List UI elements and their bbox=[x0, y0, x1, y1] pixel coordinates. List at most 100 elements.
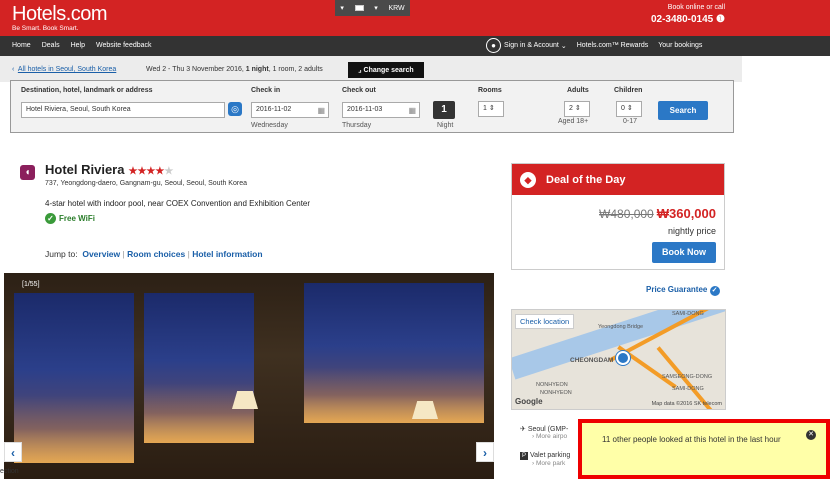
nav-help[interactable]: Help bbox=[71, 42, 85, 49]
nights-counter: 1 bbox=[433, 101, 455, 119]
checkout-input[interactable]: 2016-11-03 ▦ bbox=[342, 102, 420, 118]
amenity-wifi: ✓ Free WiFi bbox=[45, 213, 95, 224]
old-price: ₩480,000 bbox=[599, 207, 654, 221]
locate-icon[interactable]: ◎ bbox=[228, 102, 242, 116]
jump-room-choices[interactable]: Room choices bbox=[127, 249, 185, 259]
prev-photo-button[interactable]: ‹ bbox=[4, 442, 22, 462]
chevron-right-icon: › bbox=[532, 433, 535, 440]
info-item-airport[interactable]: ✈ Seoul (GMP- › More airpo bbox=[520, 425, 568, 440]
change-search-button[interactable]: ⌟ Change search bbox=[348, 62, 424, 78]
jump-overview[interactable]: Overview bbox=[82, 249, 120, 259]
location-map[interactable]: Check location Yeongdong Bridge CHEONGDA… bbox=[511, 309, 726, 410]
checkin-day: Wednesday bbox=[251, 122, 288, 129]
children-sub: 0-17 bbox=[623, 118, 638, 125]
deal-prices: ₩480,000 ₩360,000 bbox=[599, 206, 716, 221]
rooms-select[interactable]: 1 ⇕ bbox=[478, 101, 504, 117]
nightly-label: nightly price bbox=[667, 226, 716, 236]
checkout-value: 2016-11-03 bbox=[347, 106, 383, 113]
tag-icon: ◆ bbox=[520, 171, 536, 188]
checkin-input[interactable]: 2016-11-02 ▦ bbox=[251, 102, 329, 118]
map-label: NONHYEON bbox=[540, 390, 572, 396]
stepper-icon: ⇕ bbox=[574, 105, 581, 112]
price-guarantee-label: Price Guarantee bbox=[646, 285, 708, 294]
hotel-name-text: Hotel Riviera bbox=[45, 162, 125, 177]
stars-empty: ★ bbox=[164, 166, 174, 177]
book-online-text: Book online or call bbox=[667, 4, 725, 11]
stars-filled: ★★★★ bbox=[128, 166, 165, 177]
map-label: CHEONGDAM bbox=[570, 357, 614, 364]
chevron-down-icon: ⌄ bbox=[558, 42, 567, 50]
nav-rewards[interactable]: Hotels.com™ Rewards bbox=[577, 42, 649, 49]
price-guarantee-link[interactable]: Price Guarantee ✓ bbox=[646, 285, 720, 296]
next-photo-button[interactable]: › bbox=[476, 442, 494, 462]
back-chevron-icon: ‹ bbox=[12, 66, 17, 73]
main-nav: Home Deals Help Website feedback ● Sign … bbox=[0, 36, 830, 56]
hotel-photo[interactable]: [1/55] bbox=[4, 273, 494, 479]
destination-input[interactable]: Hotel Riviera, Seoul, South Korea bbox=[21, 102, 225, 118]
hotel-address: 737, Yeongdong-daero, Gangnam-gu, Seoul,… bbox=[45, 180, 247, 187]
children-label: Children bbox=[614, 87, 643, 94]
map-label: NONHYEON bbox=[536, 382, 568, 388]
children-select[interactable]: 0 ⇕ bbox=[616, 101, 642, 117]
brand-tagline: Be Smart. Book Smart. bbox=[12, 25, 79, 32]
sign-in-menu[interactable]: ● Sign in & Account ⌄ bbox=[486, 38, 567, 53]
nav-bookings[interactable]: Your bookings bbox=[658, 42, 702, 49]
hotel-pin-icon[interactable] bbox=[616, 351, 630, 365]
jump-label: Jump to: bbox=[45, 249, 78, 259]
user-icon: ● bbox=[486, 38, 501, 53]
stepper-icon: ⇕ bbox=[626, 105, 633, 112]
calendar-icon[interactable]: ▦ bbox=[317, 104, 325, 118]
hotel-name: Hotel Riviera ★★★★★ bbox=[45, 162, 173, 177]
info-item-parking[interactable]: P Valet parking › More park bbox=[520, 452, 570, 467]
nav-deals[interactable]: Deals bbox=[42, 42, 60, 49]
nights-count: 1 night bbox=[245, 66, 269, 73]
star-rating: ★★★★★ bbox=[128, 166, 173, 177]
social-proof-popup: 11 other people looked at this hotel in … bbox=[578, 419, 830, 479]
nav-home[interactable]: Home bbox=[12, 42, 31, 49]
calendar-icon[interactable]: ▦ bbox=[408, 104, 416, 118]
breadcrumb-link[interactable]: All hotels in Seoul, South Korea bbox=[18, 66, 116, 73]
currency-code: KRW bbox=[388, 4, 405, 12]
rooms-value: 1 bbox=[483, 105, 487, 112]
dates-prefix: Wed 2 - Thu 3 November 2016, bbox=[146, 66, 244, 73]
check-icon: ✓ bbox=[45, 213, 56, 224]
hotels-logo[interactable]: Hotels.com Be Smart. Book Smart. bbox=[12, 3, 108, 32]
chevron-right-icon: › bbox=[532, 460, 535, 467]
book-now-button[interactable]: Book Now bbox=[652, 242, 716, 263]
deal-of-the-day: ◆ Deal of the Day ₩480,000 ₩360,000 night… bbox=[511, 163, 725, 270]
hotel-brand-icon: ◖ bbox=[20, 165, 35, 180]
contact-info: Book online or call 02-3480-0145 ❶ bbox=[651, 4, 725, 25]
adults-select[interactable]: 2 ⇕ bbox=[564, 101, 590, 117]
phone-number[interactable]: 02-3480-0145 bbox=[651, 14, 713, 25]
photo-window-right bbox=[304, 283, 484, 423]
checkout-day: Thursday bbox=[342, 122, 372, 129]
jump-hotel-info[interactable]: Hotel information bbox=[192, 249, 262, 259]
jump-to-nav: Jump to: Overview | Room choices | Hotel… bbox=[45, 249, 263, 259]
info-title: Valet parking bbox=[529, 452, 571, 459]
dropdown-arrow-icon: ▾ bbox=[374, 5, 378, 12]
locale-selector[interactable]: ▾ ▾ KRW bbox=[335, 0, 410, 16]
cut-off-text: ection bbox=[0, 468, 19, 475]
close-icon[interactable]: ✕ bbox=[806, 430, 816, 440]
search-button[interactable]: Search bbox=[658, 101, 708, 120]
info-icon[interactable]: ❶ bbox=[716, 14, 725, 25]
breadcrumb[interactable]: ‹ All hotels in Seoul, South Korea bbox=[12, 66, 116, 73]
rooms-label: Rooms bbox=[478, 87, 502, 94]
deal-title: Deal of the Day bbox=[546, 173, 626, 186]
check-location-button[interactable]: Check location bbox=[515, 314, 575, 329]
parking-icon: P bbox=[520, 452, 528, 460]
dropdown-arrow-icon: ▾ bbox=[340, 5, 344, 12]
check-badge-icon: ✓ bbox=[709, 286, 720, 296]
stepper-icon: ⇕ bbox=[488, 105, 495, 112]
nav-feedback[interactable]: Website feedback bbox=[96, 42, 152, 49]
search-summary: ‹ All hotels in Seoul, South Korea Wed 2… bbox=[0, 56, 742, 82]
sign-in-label: Sign in & Account bbox=[504, 42, 559, 49]
map-label: SAMSEONG-DONG bbox=[662, 374, 713, 380]
map-label: SAMI-DONG bbox=[672, 311, 704, 317]
info-sub: More airpo bbox=[535, 433, 568, 440]
search-dates: Wed 2 - Thu 3 November 2016, 1 night, 1 … bbox=[146, 66, 323, 73]
google-logo: Google bbox=[515, 397, 543, 406]
info-title: Seoul (GMP- bbox=[527, 426, 569, 433]
photo-counter: [1/55] bbox=[22, 281, 40, 288]
children-value: 0 bbox=[621, 105, 625, 112]
